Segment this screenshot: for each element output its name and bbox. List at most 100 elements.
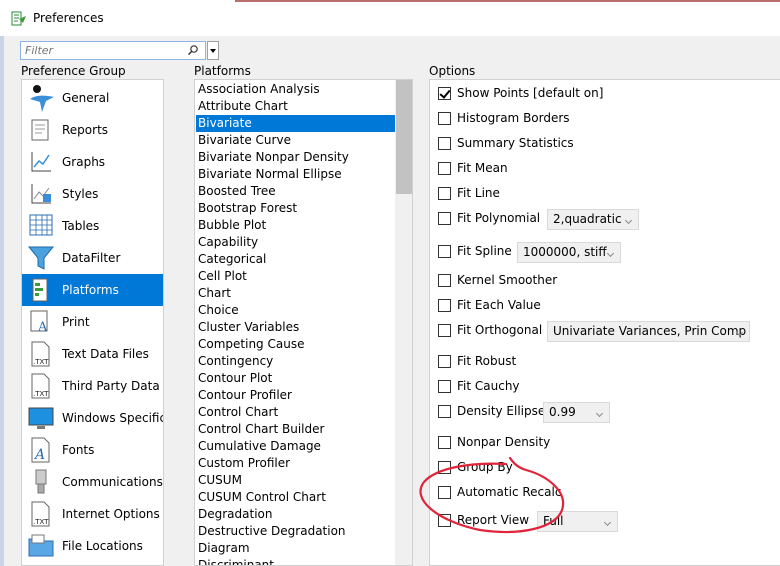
search-icon[interactable] — [187, 44, 199, 56]
option-dropdown[interactable]: 0.99 — [543, 402, 610, 423]
checkbox[interactable] — [438, 486, 451, 499]
option-summary-statistics[interactable]: Summary Statistics — [438, 134, 768, 154]
preference-group-item-reports[interactable]: Reports — [22, 114, 163, 146]
preference-group-item-windows-specific[interactable]: Windows Specific — [22, 402, 163, 434]
option-automatic-recalc[interactable]: Automatic Recalc — [438, 483, 768, 503]
option-fit-robust[interactable]: Fit Robust — [438, 352, 768, 372]
platform-item[interactable]: Contingency — [196, 353, 395, 370]
option-dropdown[interactable]: 1000000, stiff — [517, 242, 621, 263]
checkbox[interactable] — [438, 324, 451, 337]
checkbox[interactable] — [438, 380, 451, 393]
checkbox[interactable] — [438, 212, 451, 225]
checkbox[interactable] — [438, 274, 451, 287]
platform-item[interactable]: Diagram — [196, 540, 395, 557]
platform-item[interactable]: Custom Profiler — [196, 455, 395, 472]
platform-item[interactable]: Bivariate Nonpar Density — [196, 149, 395, 166]
platform-item[interactable]: Degradation — [196, 506, 395, 523]
checkbox[interactable] — [438, 187, 451, 200]
checkbox[interactable] — [438, 87, 451, 100]
print-icon: A — [26, 307, 56, 337]
filter-dropdown-button[interactable] — [207, 41, 219, 60]
platform-item[interactable]: Chart — [196, 285, 395, 302]
filter-box[interactable] — [20, 41, 206, 60]
preference-group-item-styles[interactable]: Styles — [22, 178, 163, 210]
option-dropdown[interactable]: 2,quadratic — [547, 209, 639, 230]
platform-item[interactable]: Contour Plot — [196, 370, 395, 387]
option-nonpar-density[interactable]: Nonpar Density — [438, 433, 768, 453]
checkbox[interactable] — [438, 514, 451, 527]
platform-item[interactable]: Bubble Plot — [196, 217, 395, 234]
preference-group-label: Tables — [62, 219, 100, 233]
platforms-scrollbar-thumb[interactable] — [396, 80, 412, 194]
preference-group-label: Internet Options — [62, 507, 160, 521]
preference-group-item-file-locations[interactable]: File Locations — [22, 530, 163, 562]
platform-item[interactable]: Contour Profiler — [196, 387, 395, 404]
platform-item[interactable]: Bivariate Curve — [196, 132, 395, 149]
option-fit-spline[interactable]: Fit Spline 1000000, stiff — [438, 242, 768, 263]
preference-group-item-communications[interactable]: Communications — [22, 466, 163, 498]
option-dropdown[interactable]: Full — [537, 511, 618, 532]
checkbox[interactable] — [438, 299, 451, 312]
option-label: Fit Line — [457, 186, 500, 200]
option-report-view[interactable]: Report View Full — [438, 511, 768, 532]
platform-item[interactable]: Control Chart Builder — [196, 421, 395, 438]
filter-input[interactable] — [21, 42, 181, 59]
platform-item[interactable]: Bivariate — [196, 115, 395, 132]
preference-group-item-graphs[interactable]: Graphs — [22, 146, 163, 178]
preference-group-item-print[interactable]: A Print — [22, 306, 163, 338]
option-fit-orthogonal[interactable]: Fit Orthogonal Univariate Variances, Prin… — [438, 321, 768, 342]
platform-item[interactable]: Bivariate Normal Ellipse — [196, 166, 395, 183]
preference-group-item-datafilter[interactable]: DataFilter — [22, 242, 163, 274]
platform-item[interactable]: Choice — [196, 302, 395, 319]
option-fit-cauchy[interactable]: Fit Cauchy — [438, 377, 768, 397]
preference-group-item-fonts[interactable]: A Fonts — [22, 434, 163, 466]
platform-item[interactable]: Discriminant — [196, 557, 395, 565]
platform-item[interactable]: Categorical — [196, 251, 395, 268]
option-label: Kernel Smoother — [457, 273, 558, 287]
checkbox[interactable] — [438, 245, 451, 258]
platform-item[interactable]: Capability — [196, 234, 395, 251]
platform-item[interactable]: Bootstrap Forest — [196, 200, 395, 217]
option-histogram-borders[interactable]: Histogram Borders — [438, 109, 768, 129]
option-label: Nonpar Density — [457, 435, 551, 449]
platform-item[interactable]: Cell Plot — [196, 268, 395, 285]
platform-item[interactable]: Destructive Degradation — [196, 523, 395, 540]
option-fit-mean[interactable]: Fit Mean — [438, 159, 768, 179]
option-show-points-default-on[interactable]: Show Points [default on] — [438, 84, 768, 104]
platform-item[interactable]: CUSUM Control Chart — [196, 489, 395, 506]
preference-group-item-internet-options[interactable]: .TXT Internet Options — [22, 498, 163, 530]
platform-item[interactable]: Association Analysis — [196, 81, 395, 98]
option-density-ellipse[interactable]: Density Ellipse 0.99 — [438, 402, 768, 423]
platforms-list[interactable]: Association Analysis Attribute Chart Bivar… — [194, 79, 413, 566]
checkbox[interactable] — [438, 405, 451, 418]
option-kernel-smoother[interactable]: Kernel Smoother — [438, 271, 768, 291]
checkbox[interactable] — [438, 162, 451, 175]
option-label: Report View — [457, 513, 530, 527]
platform-item[interactable]: Cumulative Damage — [196, 438, 395, 455]
preference-group-item-third-party-data[interactable]: .TXT Third Party Data — [22, 370, 163, 402]
checkbox[interactable] — [438, 355, 451, 368]
checkbox[interactable] — [438, 461, 451, 474]
platform-item[interactable]: Control Chart — [196, 404, 395, 421]
platforms-scrollbar[interactable] — [395, 80, 412, 565]
platform-item[interactable]: CUSUM — [196, 472, 395, 489]
checkbox[interactable] — [438, 112, 451, 125]
preference-group-item-platforms[interactable]: Platforms — [22, 274, 163, 306]
platform-item[interactable]: Attribute Chart — [196, 98, 395, 115]
option-label: Fit Spline — [457, 244, 512, 258]
preference-group-list[interactable]: General Reports Graphs Styles Tables DataFilt… — [21, 79, 164, 566]
option-fit-line[interactable]: Fit Line — [438, 184, 768, 204]
option-fit-polynomial[interactable]: Fit Polynomial 2,quadratic — [438, 209, 768, 230]
platform-item[interactable]: Cluster Variables — [196, 319, 395, 336]
checkbox[interactable] — [438, 436, 451, 449]
platform-item[interactable]: Competing Cause — [196, 336, 395, 353]
checkbox[interactable] — [438, 137, 451, 150]
preference-group-item-text-data-files[interactable]: .TXT Text Data Files — [22, 338, 163, 370]
platform-item[interactable]: Boosted Tree — [196, 183, 395, 200]
preference-group-item-general[interactable]: General — [22, 82, 163, 114]
option-dropdown[interactable]: Univariate Variances, Prin Comp — [547, 321, 750, 342]
preference-group-item-tables[interactable]: Tables — [22, 210, 163, 242]
option-fit-each-value[interactable]: Fit Each Value — [438, 296, 768, 316]
option-group-by[interactable]: Group By — [438, 458, 768, 478]
internet-options-icon: .TXT — [26, 499, 56, 529]
